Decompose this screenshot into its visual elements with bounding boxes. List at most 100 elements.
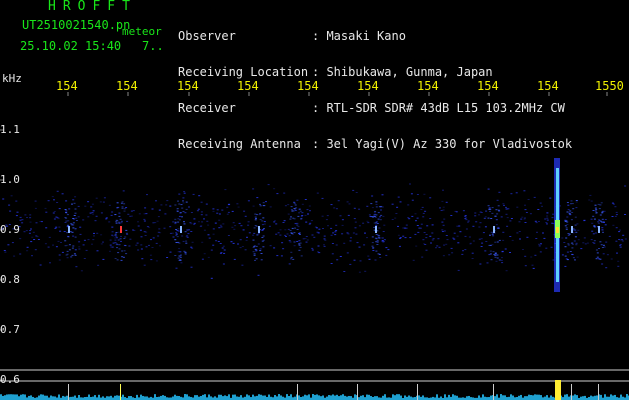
noise-speck	[283, 192, 286, 194]
noise-speck	[176, 210, 179, 212]
noise-speck	[566, 216, 569, 218]
noise-speck	[440, 210, 443, 211]
noise-speck	[180, 262, 183, 264]
noise-speck	[439, 207, 441, 209]
noise-speck	[355, 233, 358, 235]
noise-speck	[114, 258, 117, 259]
amplitude-bar	[280, 395, 282, 400]
amplitude-bar	[398, 394, 400, 400]
x-tick-label: 1550	[595, 79, 624, 93]
noise-speck	[568, 212, 571, 214]
noise-speck	[174, 255, 177, 256]
noise-speck	[595, 212, 598, 213]
amplitude-bar	[290, 394, 292, 400]
noise-speck	[32, 231, 35, 233]
noise-speck	[472, 240, 475, 242]
noise-speck	[346, 201, 349, 203]
noise-speck	[567, 234, 570, 236]
noise-speck	[260, 253, 263, 254]
noise-speck	[455, 211, 458, 213]
noise-speck	[405, 224, 408, 226]
noise-speck	[510, 218, 513, 219]
noise-speck	[118, 223, 121, 224]
noise-speck	[254, 248, 257, 250]
noise-speck	[114, 239, 117, 241]
noise-speck	[409, 237, 412, 239]
amplitude-bar	[164, 395, 166, 400]
noise-speck	[193, 218, 196, 220]
noise-speck	[298, 240, 301, 242]
amplitude-bar	[50, 395, 52, 400]
noise-speck	[399, 245, 401, 247]
noise-speck	[601, 210, 604, 212]
noise-speck	[368, 214, 371, 216]
noise-speck	[566, 221, 569, 223]
noise-speck	[601, 218, 604, 220]
amplitude-spike	[493, 384, 494, 400]
noise-speck	[174, 221, 177, 223]
noise-speck	[575, 207, 578, 209]
noise-speck	[216, 209, 219, 211]
noise-speck	[471, 252, 474, 254]
noise-speck	[102, 201, 105, 203]
amplitude-bar	[118, 395, 120, 400]
noise-speck	[19, 216, 22, 218]
noise-speck	[301, 212, 304, 214]
noise-speck	[591, 222, 594, 224]
noise-speck	[296, 222, 299, 224]
noise-speck	[121, 207, 124, 209]
noise-speck	[137, 225, 140, 227]
noise-speck	[253, 246, 256, 248]
x-tick-label: 154	[237, 79, 259, 93]
noise-speck	[416, 194, 419, 195]
noise-speck	[205, 203, 208, 205]
noise-speck	[435, 247, 437, 249]
noise-speck	[608, 235, 611, 237]
amplitude-bar	[46, 395, 48, 400]
noise-speck	[355, 192, 358, 193]
x-tick-label: 154	[116, 79, 138, 93]
noise-speck	[273, 247, 276, 249]
noise-speck	[64, 245, 67, 247]
noise-speck	[60, 242, 62, 243]
noise-speck	[23, 231, 26, 233]
noise-speck	[588, 199, 591, 201]
meteor-count: 7..	[142, 39, 164, 53]
noise-speck	[474, 215, 477, 217]
noise-speck	[472, 225, 475, 227]
noise-speck	[565, 237, 568, 239]
amplitude-bar	[360, 395, 362, 400]
noise-speck	[474, 212, 477, 214]
noise-speck	[256, 234, 259, 236]
noise-speck	[275, 223, 278, 225]
noise-speck	[395, 213, 398, 214]
noise-speck	[236, 203, 239, 205]
noise-speck	[317, 245, 320, 247]
noise-speck	[571, 212, 574, 213]
noise-speck	[180, 204, 183, 206]
noise-speck	[538, 245, 541, 247]
noise-speck	[129, 238, 132, 240]
noise-speck	[128, 245, 131, 247]
noise-speck	[611, 202, 614, 204]
noise-speck	[596, 256, 599, 258]
noise-speck	[543, 237, 546, 239]
amplitude-bar	[58, 394, 60, 400]
noise-speck	[155, 200, 157, 202]
noise-speck	[114, 233, 117, 235]
noise-speck	[293, 241, 296, 243]
noise-speck	[450, 215, 453, 216]
noise-speck	[66, 214, 69, 216]
noise-speck	[442, 206, 445, 208]
noise-speck	[117, 252, 120, 254]
noise-speck	[598, 248, 600, 249]
noise-speck	[552, 213, 554, 215]
amplitude-bar	[326, 396, 328, 400]
noise-speck	[443, 230, 446, 232]
noise-speck	[289, 241, 292, 243]
noise-speck	[237, 243, 239, 245]
amplitude-bar	[16, 394, 18, 400]
noise-speck	[575, 231, 578, 233]
noise-speck	[92, 213, 95, 215]
noise-speck	[458, 225, 461, 227]
